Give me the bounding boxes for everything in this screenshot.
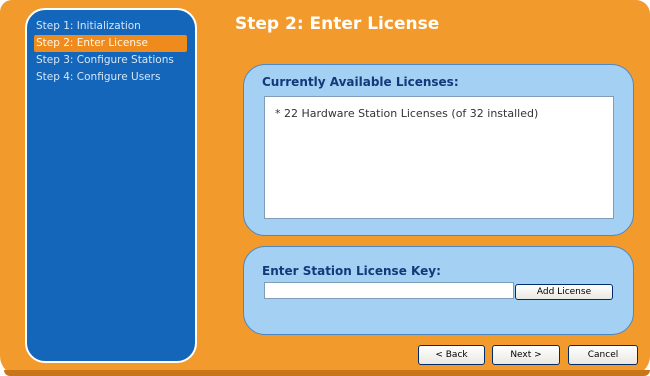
licenses-list[interactable]: * 22 Hardware Station Licenses (of 32 in… (264, 96, 614, 219)
list-item: * 22 Hardware Station Licenses (of 32 in… (275, 107, 539, 120)
sidebar-item-initialization[interactable]: Step 1: Initialization (34, 18, 187, 35)
license-key-panel: Enter Station License Key: Add License (243, 246, 634, 335)
sidebar-item-configure-users[interactable]: Step 4: Configure Users (34, 69, 187, 86)
back-button[interactable]: < Back (418, 345, 485, 365)
steps-sidebar: Step 1: Initialization Step 2: Enter Lic… (25, 8, 197, 363)
available-licenses-heading: Currently Available Licenses: (262, 75, 459, 89)
next-button[interactable]: Next > (492, 345, 560, 365)
license-key-input[interactable] (264, 282, 514, 299)
sidebar-item-enter-license[interactable]: Step 2: Enter License (34, 35, 187, 52)
wizard-window: Step 1: Initialization Step 2: Enter Lic… (0, 0, 650, 376)
page-title: Step 2: Enter License (235, 14, 440, 34)
sidebar-item-configure-stations[interactable]: Step 3: Configure Stations (34, 52, 187, 69)
cancel-button[interactable]: Cancel (568, 345, 638, 365)
license-key-heading: Enter Station License Key: (262, 264, 441, 278)
available-licenses-panel: Currently Available Licenses: * 22 Hardw… (243, 64, 634, 236)
add-license-button[interactable]: Add License (515, 284, 613, 300)
